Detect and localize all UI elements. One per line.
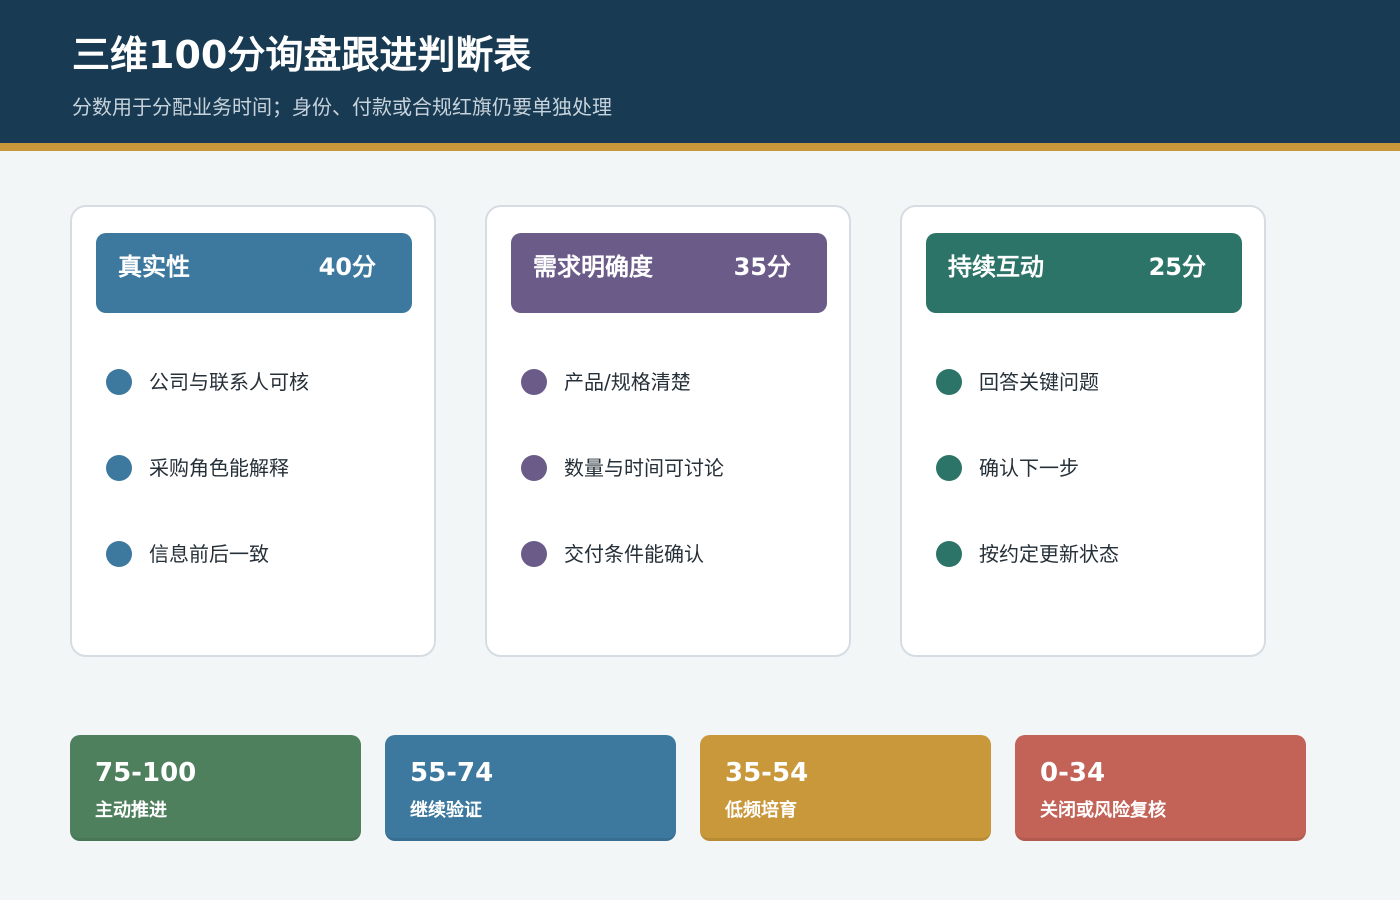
dimension-header: 需求明确度 35分	[511, 233, 827, 313]
criterion-text: 采购角色能解释	[149, 456, 289, 480]
tier-range: 55-74	[410, 758, 494, 788]
dimension-card-authenticity: 真实性 40分 公司与联系人可核 采购角色能解释 信息前后一致	[70, 205, 436, 657]
criterion-item: 信息前后一致	[106, 541, 309, 567]
bullet-dot-icon	[106, 455, 132, 481]
criterion-text: 公司与联系人可核	[149, 370, 309, 394]
tier-range: 35-54	[725, 758, 809, 788]
tier-label: 继续验证	[410, 800, 482, 821]
criterion-text: 按约定更新状态	[979, 542, 1119, 566]
dimension-score: 35分	[733, 253, 791, 281]
header-banner: 三维100分询盘跟进判断表 分数用于分配业务时间；身份、付款或合规红旗仍要单独处…	[0, 0, 1400, 143]
tier-range: 0-34	[1040, 758, 1106, 788]
tier-card-nurture: 35-54 低频培育	[700, 735, 991, 841]
tier-label: 主动推进	[95, 800, 167, 821]
criterion-text: 数量与时间可讨论	[564, 456, 724, 480]
dimension-name: 真实性	[118, 253, 190, 281]
criterion-item: 公司与联系人可核	[106, 369, 309, 395]
criterion-item: 按约定更新状态	[936, 541, 1119, 567]
bullet-dot-icon	[521, 541, 547, 567]
page-title: 三维100分询盘跟进判断表	[72, 33, 532, 77]
tier-label: 低频培育	[725, 800, 797, 821]
dimension-score: 40分	[318, 253, 376, 281]
criterion-item: 采购角色能解释	[106, 455, 309, 481]
page-subtitle: 分数用于分配业务时间；身份、付款或合规红旗仍要单独处理	[72, 95, 612, 119]
criterion-item: 确认下一步	[936, 455, 1119, 481]
header-divider	[0, 143, 1400, 151]
bullet-dot-icon	[936, 369, 962, 395]
tier-range: 75-100	[95, 758, 197, 788]
bullet-dot-icon	[936, 541, 962, 567]
bullet-dot-icon	[521, 455, 547, 481]
criterion-item: 产品/规格清楚	[521, 369, 724, 395]
score-tiers: 75-100 主动推进 55-74 继续验证 35-54 低频培育 0-34 关…	[70, 735, 1310, 841]
dimension-header: 真实性 40分	[96, 233, 412, 313]
criterion-item: 回答关键问题	[936, 369, 1119, 395]
dimension-name: 持续互动	[948, 253, 1044, 281]
dimension-score: 25分	[1148, 253, 1206, 281]
dimension-card-demand-clarity: 需求明确度 35分 产品/规格清楚 数量与时间可讨论 交付条件能确认	[485, 205, 851, 657]
criterion-text: 信息前后一致	[149, 542, 269, 566]
criterion-text: 回答关键问题	[979, 370, 1099, 394]
criterion-text: 确认下一步	[979, 456, 1079, 480]
tier-card-push: 75-100 主动推进	[70, 735, 361, 841]
bullet-dot-icon	[106, 369, 132, 395]
criteria-list: 产品/规格清楚 数量与时间可讨论 交付条件能确认	[521, 369, 724, 627]
tier-label: 关闭或风险复核	[1040, 800, 1166, 821]
criteria-list: 回答关键问题 确认下一步 按约定更新状态	[936, 369, 1119, 627]
dimension-cards: 真实性 40分 公司与联系人可核 采购角色能解释 信息前后一致 需求明确度 35…	[70, 205, 1270, 657]
tier-card-verify: 55-74 继续验证	[385, 735, 676, 841]
tier-card-close: 0-34 关闭或风险复核	[1015, 735, 1306, 841]
bullet-dot-icon	[521, 369, 547, 395]
criteria-list: 公司与联系人可核 采购角色能解释 信息前后一致	[106, 369, 309, 627]
criterion-text: 产品/规格清楚	[564, 370, 691, 394]
dimension-header: 持续互动 25分	[926, 233, 1242, 313]
criterion-text: 交付条件能确认	[564, 542, 704, 566]
criterion-item: 交付条件能确认	[521, 541, 724, 567]
dimension-name: 需求明确度	[533, 253, 653, 281]
dimension-card-engagement: 持续互动 25分 回答关键问题 确认下一步 按约定更新状态	[900, 205, 1266, 657]
criterion-item: 数量与时间可讨论	[521, 455, 724, 481]
bullet-dot-icon	[106, 541, 132, 567]
bullet-dot-icon	[936, 455, 962, 481]
